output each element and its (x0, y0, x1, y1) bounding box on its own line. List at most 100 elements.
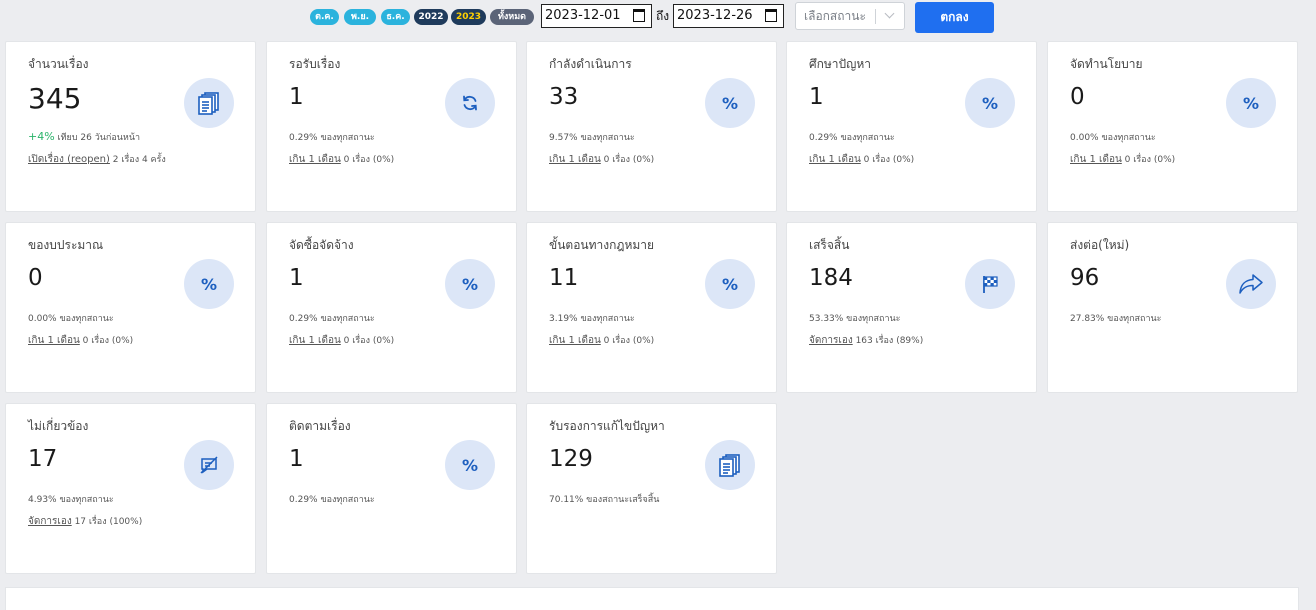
card-sub2: เกิน 1 เดือน 0 เรื่อง (0%) (289, 333, 394, 348)
pill-year-2023[interactable]: 2023 (451, 9, 486, 25)
percent-icon: % (1226, 78, 1276, 128)
card-pending[interactable]: รอรับเรื่อง 1 0.29% ของทุกสถานะ เกิน 1 เ… (266, 41, 517, 212)
card-value: 345 (28, 82, 82, 115)
card-sub: 4.93% ของทุกสถานะ (28, 495, 114, 505)
over-month-link[interactable]: เกิน 1 เดือน (809, 154, 861, 165)
card-policy[interactable]: จัดทำนโยบาย 0 % 0.00% ของทุกสถานะ เกิน 1… (1047, 41, 1298, 212)
card-title: ของบประมาณ (28, 238, 104, 252)
card-title: ขั้นตอนทางกฎหมาย (549, 238, 655, 252)
card-title: ศึกษาปัญหา (809, 57, 872, 71)
status-select-placeholder: เลือกสถานะ (804, 9, 866, 23)
documents-icon (705, 440, 755, 490)
card-sub2: เกิน 1 เดือน 0 เรื่อง (0%) (549, 152, 654, 167)
card-sub2-text: 0 เรื่อง (0%) (603, 155, 655, 165)
over-month-link[interactable]: เกิน 1 เดือน (289, 335, 341, 346)
percent-icon: % (705, 78, 755, 128)
pill-month-oct[interactable]: ต.ค. (310, 9, 339, 25)
chevron-down-icon[interactable] (884, 8, 895, 19)
status-select[interactable]: เลือกสถานะ (795, 2, 905, 30)
card-value: 1 (289, 84, 304, 110)
card-sub: 0.29% ของทุกสถานะ (289, 314, 375, 324)
pill-year-2022[interactable]: 2022 (414, 9, 448, 25)
card-value: 1 (289, 446, 304, 472)
card-sub2: เกิน 1 เดือน 0 เรื่อง (0%) (289, 152, 394, 167)
percent-icon: % (184, 259, 234, 309)
card-value: 0 (28, 265, 43, 291)
card-sub: 9.57% ของทุกสถานะ (549, 133, 635, 143)
date-from-input[interactable]: 2023-12-01 (541, 4, 652, 28)
card-budget[interactable]: ของบประมาณ 0 % 0.00% ของทุกสถานะ เกิน 1 … (5, 222, 256, 393)
over-month-link[interactable]: เกิน 1 เดือน (549, 154, 601, 165)
documents-icon (184, 78, 234, 128)
reopen-link[interactable]: เปิดเรื่อง (reopen) (28, 154, 110, 165)
card-title: จัดซื้อจัดจ้าง (289, 238, 354, 252)
card-trend: +4% (28, 130, 55, 143)
calendar-icon[interactable] (765, 9, 777, 22)
date-to-input[interactable]: 2023-12-26 (673, 4, 784, 28)
card-resolution-certified[interactable]: รับรองการแก้ไขปัญหา 129 70.11% ของสถานะเ… (526, 403, 777, 574)
card-sub-text: เทียบ 26 วันก่อนหน้า (57, 133, 141, 143)
card-follow-up[interactable]: ติดตามเรื่อง 1 % 0.29% ของทุกสถานะ (266, 403, 517, 574)
card-value: 129 (549, 446, 593, 472)
share-arrow-icon (1226, 259, 1276, 309)
card-sub2: จัดการเอง 17 เรื่อง (100%) (28, 514, 142, 529)
checkered-flag-icon (965, 259, 1015, 309)
card-title: จำนวนเรื่อง (28, 57, 89, 71)
card-sub2-text: 0 เรื่อง (0%) (82, 336, 134, 346)
card-total[interactable]: จำนวนเรื่อง 345 +4% เทียบ 26 วันก่อนหน้า… (5, 41, 256, 212)
card-title: กำลังดำเนินการ (549, 57, 632, 71)
card-sub: 0.00% ของทุกสถานะ (28, 314, 114, 324)
card-sub2: เปิดเรื่อง (reopen) 2 เรื่อง 4 ครั้ง (28, 152, 166, 167)
card-sub2-text: 2 เรื่อง 4 ครั้ง (112, 155, 166, 165)
refresh-icon (445, 78, 495, 128)
card-sub2: เกิน 1 เดือน 0 เรื่อง (0%) (549, 333, 654, 348)
pill-month-nov[interactable]: พ.ย. (344, 9, 376, 25)
card-study[interactable]: ศึกษาปัญหา 1 % 0.29% ของทุกสถานะ เกิน 1 … (786, 41, 1037, 212)
pill-month-dec[interactable]: ธ.ค. (381, 9, 410, 25)
percent-icon: % (965, 78, 1015, 128)
card-value: 1 (289, 265, 304, 291)
over-month-link[interactable]: เกิน 1 เดือน (289, 154, 341, 165)
card-sub: 27.83% ของทุกสถานะ (1070, 314, 1162, 324)
card-sub2-text: 17 เรื่อง (100%) (74, 517, 143, 527)
card-sub2-text: 0 เรื่อง (0%) (343, 155, 395, 165)
card-in-progress[interactable]: กำลังดำเนินการ 33 % 9.57% ของทุกสถานะ เก… (526, 41, 777, 212)
self-handled-link[interactable]: จัดการเอง (28, 516, 72, 527)
card-procurement[interactable]: จัดซื้อจัดจ้าง 1 % 0.29% ของทุกสถานะ เกิ… (266, 222, 517, 393)
card-completed[interactable]: เสร็จสิ้น 184 53.33% ของทุกสถานะ จัดการเ… (786, 222, 1037, 393)
card-value: 184 (809, 265, 853, 291)
card-forwarded[interactable]: ส่งต่อ(ใหม่) 96 27.83% ของทุกสถานะ (1047, 222, 1298, 393)
card-sub2: เกิน 1 เดือน 0 เรื่อง (0%) (1070, 152, 1175, 167)
card-sub2-text: 0 เรื่อง (0%) (603, 336, 655, 346)
card-sub: 53.33% ของทุกสถานะ (809, 314, 901, 324)
card-value: 33 (549, 84, 579, 110)
date-to-value: 2023-12-26 (677, 8, 753, 23)
self-handled-link[interactable]: จัดการเอง (809, 335, 853, 346)
card-sub: 0.00% ของทุกสถานะ (1070, 133, 1156, 143)
card-value: 96 (1070, 265, 1100, 291)
card-title: เสร็จสิ้น (809, 238, 850, 252)
over-month-link[interactable]: เกิน 1 เดือน (549, 335, 601, 346)
card-sub2-text: 0 เรื่อง (0%) (863, 155, 915, 165)
percent-icon: % (705, 259, 755, 309)
select-separator (875, 9, 876, 24)
card-value: 17 (28, 446, 58, 472)
card-legal[interactable]: ขั้นตอนทางกฎหมาย 11 % 3.19% ของทุกสถานะ … (526, 222, 777, 393)
pill-all[interactable]: ทั้งหมด (490, 9, 534, 25)
card-sub2: เกิน 1 เดือน 0 เรื่อง (0%) (28, 333, 133, 348)
filter-bar: ต.ค. พ.ย. ธ.ค. 2022 2023 ทั้งหมด 2023-12… (0, 0, 1316, 38)
over-month-link[interactable]: เกิน 1 เดือน (28, 335, 80, 346)
card-title: จัดทำนโยบาย (1070, 57, 1143, 71)
card-sub: +4% เทียบ 26 วันก่อนหน้า (28, 130, 140, 144)
card-sub: 3.19% ของทุกสถานะ (549, 314, 635, 324)
card-sub2: เกิน 1 เดือน 0 เรื่อง (0%) (809, 152, 914, 167)
calendar-icon[interactable] (633, 9, 645, 22)
ok-button[interactable]: ตกลง (915, 2, 994, 33)
card-value: 0 (1070, 84, 1085, 110)
card-sub: 0.29% ของทุกสถานะ (289, 495, 375, 505)
card-sub2-text: 0 เรื่อง (0%) (343, 336, 395, 346)
card-title: ส่งต่อ(ใหม่) (1070, 238, 1130, 252)
over-month-link[interactable]: เกิน 1 เดือน (1070, 154, 1122, 165)
to-label: ถึง (656, 9, 670, 23)
card-unrelated[interactable]: ไม่เกี่ยวข้อง 17 4.93% ของทุกสถานะ จัดกา… (5, 403, 256, 574)
